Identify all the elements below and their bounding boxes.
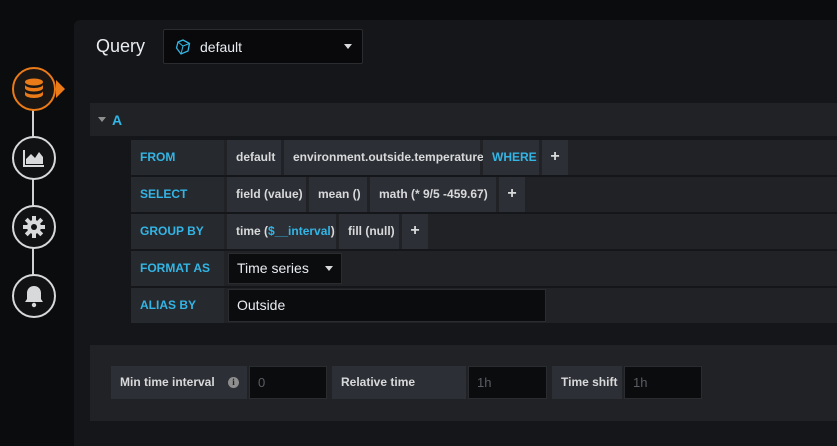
alert-tab[interactable] [12,274,56,318]
queries-tab[interactable] [12,67,56,111]
time-prefix: time ( [236,224,269,238]
group-by-row-fill [431,214,837,249]
time-shift-label: Time shift [552,366,622,399]
where-keyword[interactable]: WHERE [483,140,539,175]
datasource-picker[interactable]: default [163,29,363,64]
alias-by-input[interactable]: Outside [228,289,546,322]
format-as-row: FORMAT AS Time series [131,251,837,286]
chevron-down-icon [344,44,352,49]
select-part-mean[interactable]: mean () [309,177,367,212]
time-shift-input[interactable]: 1h [624,366,702,399]
collapse-caret-icon[interactable] [98,117,106,122]
relative-time-label: Relative time [332,366,466,399]
query-label: Query [96,36,146,56]
format-as-row-fill [345,251,837,286]
alias-by-row: ALIAS BY Outside [131,288,837,323]
time-interval-variable: $__interval [268,224,331,238]
time-suffix: ) [330,224,335,238]
chevron-down-icon [325,266,333,271]
format-as-keyword: FORMAT AS [131,251,224,286]
format-as-value: Time series [237,260,309,276]
query-ref-id: A [112,112,123,128]
influxdb-icon [175,38,191,55]
database-icon [25,78,43,98]
group-by-row: GROUP BY time ($__interval) fill (null) … [131,214,837,249]
datasource-name: default [200,38,243,55]
gear-icon [23,216,45,238]
alias-by-keyword: ALIAS BY [131,288,224,323]
min-time-interval-label: Min time interval [111,366,247,399]
select-row: SELECT field (value) mean () math (* 9/5… [131,177,837,212]
from-row-fill [571,140,837,175]
select-part-math[interactable]: math (* 9/5 -459.67) [370,177,496,212]
relative-time-input[interactable]: 1h [468,366,547,399]
min-time-interval-input[interactable]: 0 [249,366,327,399]
from-keyword: FROM [131,140,224,175]
select-row-fill [528,177,837,212]
active-tab-pointer [56,80,65,98]
add-select-button[interactable]: + [499,177,525,212]
from-row: FROM default environment.outside.tempera… [131,140,837,175]
editor-side-rail [0,0,66,446]
add-where-button[interactable]: + [542,140,568,175]
add-group-by-button[interactable]: + [402,214,428,249]
group-by-time-segment[interactable]: time ($__interval) [227,214,336,249]
retention-policy-segment[interactable]: default [227,140,281,175]
group-by-keyword: GROUP BY [131,214,224,249]
select-keyword: SELECT [131,177,224,212]
query-row-header[interactable]: A [90,103,837,136]
bell-icon [25,286,43,308]
select-part-field[interactable]: field (value) [227,177,306,212]
alias-by-row-fill [549,288,837,323]
chart-area-icon [23,150,44,167]
visualization-tab[interactable] [12,136,56,180]
format-as-select[interactable]: Time series [228,253,342,284]
info-icon[interactable]: i [228,377,239,388]
measurement-segment[interactable]: environment.outside.temperature [284,140,484,175]
fill-segment[interactable]: fill (null) [339,214,399,249]
general-tab[interactable] [12,205,56,249]
rail-connector [32,100,34,300]
